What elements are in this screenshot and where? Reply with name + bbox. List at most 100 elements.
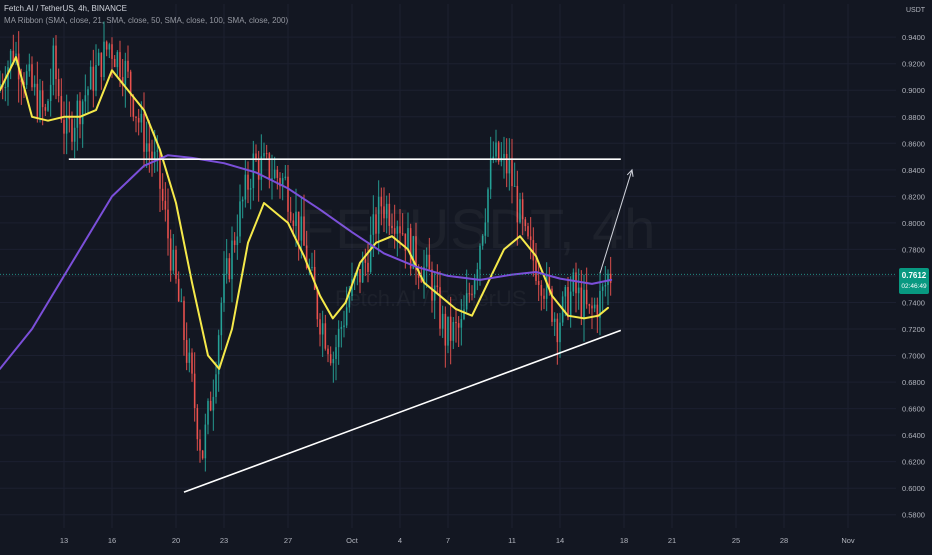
time-tick-label: 7 xyxy=(446,536,450,545)
candle-body xyxy=(231,240,233,280)
candle-body xyxy=(167,209,169,239)
candle-body xyxy=(441,313,444,329)
candle-body xyxy=(367,262,369,272)
candle-body xyxy=(377,196,380,234)
candle-body xyxy=(249,188,252,190)
candle-body xyxy=(41,90,44,108)
candle-body xyxy=(569,291,572,318)
candle-body xyxy=(164,200,167,210)
price-tick-label: 0.6000 xyxy=(902,484,925,493)
candle-body xyxy=(143,113,145,152)
candle-body xyxy=(343,325,345,328)
candle-body xyxy=(503,153,505,158)
time-tick-label: 14 xyxy=(556,536,564,545)
candle-body xyxy=(191,352,193,374)
candle-body xyxy=(591,305,593,309)
candle-body xyxy=(47,101,49,111)
candle-body xyxy=(39,90,41,117)
time-tick-label: 23 xyxy=(220,536,228,545)
candle-body xyxy=(609,273,612,283)
candle-body xyxy=(508,159,511,174)
candle-body xyxy=(183,300,185,341)
candle-body xyxy=(113,58,116,68)
candle-body xyxy=(196,408,199,440)
indicator-legend[interactable]: MA Ribbon (SMA, close, 21, SMA, close, 5… xyxy=(4,16,288,25)
price-tick-label: 0.6800 xyxy=(902,378,925,387)
candle-body xyxy=(572,272,575,292)
price-tick-label: 0.5800 xyxy=(902,511,925,520)
bar-countdown: 02:46:49 xyxy=(901,283,927,290)
candle-body xyxy=(316,289,319,320)
price-tick-label: 0.9400 xyxy=(902,33,925,42)
candle-body xyxy=(175,249,177,279)
candle-body xyxy=(201,450,204,459)
candle-body xyxy=(135,116,137,118)
candle-body xyxy=(396,226,399,234)
candle-body xyxy=(276,169,279,178)
time-tick-label: 27 xyxy=(284,536,292,545)
candle-body xyxy=(225,258,228,274)
candle-body xyxy=(212,396,215,411)
candle-body xyxy=(556,318,559,343)
time-tick-label: 18 xyxy=(620,536,628,545)
candle-body xyxy=(487,189,489,223)
candle-body xyxy=(401,233,404,235)
candle-body xyxy=(465,293,468,310)
candle-body xyxy=(116,52,119,68)
candle-body xyxy=(185,340,188,363)
time-tick-label: Nov xyxy=(841,536,855,545)
candle-body xyxy=(447,316,449,346)
candle-body xyxy=(172,249,175,271)
candle-body xyxy=(199,439,201,451)
candle-body xyxy=(241,199,244,202)
price-tick-label: 0.7800 xyxy=(902,245,925,254)
candle-body xyxy=(180,300,183,302)
candle-body xyxy=(263,153,265,157)
candle-body xyxy=(295,211,297,227)
candle-body xyxy=(71,119,73,142)
candle-body xyxy=(513,185,516,187)
candle-body xyxy=(393,228,396,234)
candle-body xyxy=(244,174,247,200)
candle-body xyxy=(335,347,337,360)
candle-body xyxy=(460,319,463,328)
candle-body xyxy=(407,228,409,251)
candle-body xyxy=(359,269,361,283)
time-tick-label: 11 xyxy=(508,536,516,545)
candle-body xyxy=(436,285,439,288)
candle-body xyxy=(463,309,465,320)
candle-body xyxy=(455,321,457,324)
candle-body xyxy=(385,203,388,219)
candle-body xyxy=(284,176,287,179)
candle-body xyxy=(532,240,535,261)
candle-body xyxy=(127,60,129,72)
candle-body xyxy=(52,45,55,85)
candle-body xyxy=(103,41,105,78)
candle-body xyxy=(49,84,52,102)
candle-body xyxy=(268,153,271,181)
price-tick-label: 0.9200 xyxy=(902,60,925,69)
candle-body xyxy=(479,245,481,270)
candle-body xyxy=(156,150,159,152)
candle-body xyxy=(228,258,231,280)
candle-body xyxy=(449,316,452,341)
time-tick-label: 16 xyxy=(108,536,116,545)
chart-title[interactable]: Fetch.AI / TetherUS, 4h, BINANCE xyxy=(4,4,127,13)
candle-body xyxy=(92,66,95,91)
time-axis: 13 16 20 23 27 Oct 4 7 11 14 18 21 25 28 Nov xyxy=(0,528,932,550)
candle-body xyxy=(345,307,348,326)
candle-body xyxy=(516,185,519,223)
candle-body xyxy=(188,352,191,363)
chart-canvas[interactable]: USDT 0.9400 0.9200 0.9000 0.8800 0.8600 0.8400… xyxy=(0,0,932,550)
candle-body xyxy=(105,41,108,50)
candle-body xyxy=(161,188,164,201)
candle-body xyxy=(239,201,241,237)
candle-body xyxy=(593,304,596,309)
candle-body xyxy=(585,289,588,305)
candle-body xyxy=(159,150,161,189)
price-chart[interactable]: USDT 0.9400 0.9200 0.9000 0.8800 0.8600 0.8400… xyxy=(0,0,932,550)
candle-body xyxy=(79,100,81,125)
grid-lines xyxy=(0,4,896,528)
time-tick-label: 20 xyxy=(172,536,180,545)
candle-body xyxy=(303,216,305,246)
